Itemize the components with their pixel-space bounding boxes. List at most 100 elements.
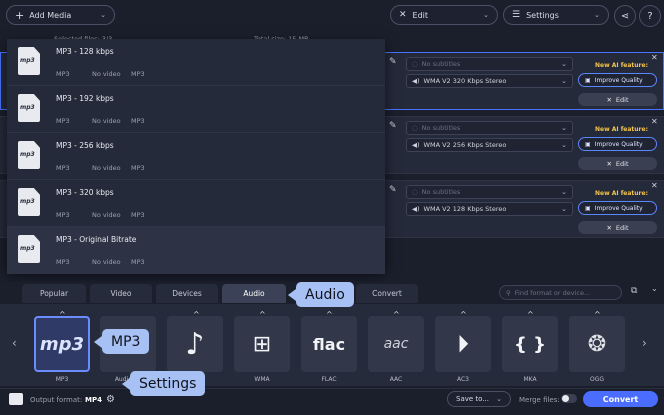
ai-feature-label: New AI feature: <box>595 62 648 69</box>
help-button[interactable]: ? <box>639 5 661 27</box>
chevron-down-icon: ⌄ <box>496 395 502 403</box>
rename-pencil-icon[interactable]: ✎ <box>389 185 397 195</box>
merge-files-label: Merge files: <box>519 396 560 404</box>
chevron-down-icon: ⌄ <box>483 11 489 19</box>
music-note-icon: ♪ <box>185 326 205 362</box>
preset-video: No video <box>92 258 121 266</box>
format-tile-ogg[interactable]: ❂ <box>569 316 625 372</box>
format-tile-music[interactable]: ♪ <box>167 316 223 372</box>
format-tile-mp3[interactable]: mp3 <box>34 316 90 372</box>
output-format-label: Output format: <box>30 396 83 404</box>
speech-bubble-icon: ◌ <box>412 188 418 196</box>
preset-item[interactable]: mp3 MP3 - 128 kbps MP3 No video MP3 <box>7 39 385 86</box>
chevron-down-icon: ⌄ <box>561 205 567 213</box>
improve-quality-button[interactable]: ▣ Improve Quality <box>578 137 657 151</box>
format-tile-wma[interactable]: ⊞ <box>234 316 290 372</box>
subtitles-select[interactable]: ◌ No subtitles ⌄ <box>406 57 573 71</box>
improve-quality-button[interactable]: ▣ Improve Quality <box>578 201 657 215</box>
preset-format: MP3 <box>56 258 70 266</box>
preset-item[interactable]: mp3 MP3 - 320 kbps MP3 No video MP3 <box>7 180 385 227</box>
edit-file-button[interactable]: ✕ Edit <box>578 221 657 234</box>
save-to-label: Save to... <box>456 395 489 403</box>
speech-bubble-icon: ◌ <box>412 124 418 132</box>
tab-convert[interactable]: Convert <box>356 284 418 303</box>
help-icon: ? <box>647 10 653 22</box>
scroll-right-icon[interactable]: › <box>642 336 647 350</box>
chevron-down-icon: ⌄ <box>561 124 567 132</box>
tools-icon: ✕ <box>399 10 407 20</box>
format-label: MP3 <box>55 376 69 383</box>
rename-pencil-icon[interactable]: ✎ <box>389 57 397 67</box>
improve-quality-button[interactable]: ▣ Improve Quality <box>578 73 657 87</box>
audio-track-label: WMA V2 320 Kbps Stereo <box>423 77 507 85</box>
preset-item[interactable]: mp3 MP3 - 192 kbps MP3 No video MP3 <box>7 86 385 133</box>
format-tile-mka[interactable]: { } <box>502 316 558 372</box>
edit-file-button[interactable]: ✕ Edit <box>578 93 657 106</box>
audio-track-select[interactable]: ◀) WMA V2 128 Kbps Stereo ⌄ <box>406 202 573 216</box>
fish-icon: ❂ <box>587 331 607 357</box>
improve-quality-label: Improve Quality <box>594 204 643 212</box>
scroll-left-icon[interactable]: ‹ <box>12 336 17 350</box>
format-tile-flac[interactable]: flac <box>301 316 357 372</box>
close-icon[interactable]: ✕ <box>651 53 658 62</box>
preset-format: MP3 <box>56 164 70 172</box>
edit-file-label: Edit <box>615 223 629 232</box>
tab-video[interactable]: Video <box>90 284 152 303</box>
format-tile-ac3[interactable]: ⏵ <box>435 316 491 372</box>
mp3-tooltip: MP3 <box>93 329 150 354</box>
format-search-input[interactable]: ⚲ Find format or device... <box>499 285 622 300</box>
flac-icon: flac <box>312 334 346 354</box>
edit-button[interactable]: ✕ Edit ⌄ <box>390 5 498 25</box>
format-tile-aac[interactable]: aac <box>368 316 424 372</box>
tools-icon: ✕ <box>606 159 612 168</box>
sparkle-icon: ▣ <box>585 204 591 212</box>
chevron-down-icon: ⌄ <box>594 11 600 19</box>
subtitles-label: No subtitles <box>421 60 461 68</box>
plus-icon: + <box>15 8 25 22</box>
speaker-icon: ◀) <box>412 141 420 149</box>
chevron-down-icon: ⌄ <box>561 141 567 149</box>
braces-icon: { } <box>514 333 546 355</box>
save-to-button[interactable]: Save to... ⌄ <box>447 391 511 407</box>
collapse-chevron-icon[interactable]: ⌄ <box>651 284 658 293</box>
audio-track-label: WMA V2 256 Kbps Stereo <box>423 141 507 149</box>
tools-icon: ✕ <box>606 223 612 232</box>
audio-track-select[interactable]: ◀) WMA V2 256 Kbps Stereo ⌄ <box>406 138 573 152</box>
share-button[interactable]: ⋖ <box>614 5 636 27</box>
subtitles-select[interactable]: ◌ No subtitles ⌄ <box>406 121 573 135</box>
close-icon[interactable]: ✕ <box>651 117 658 126</box>
format-label: OGG <box>589 376 605 383</box>
preset-item[interactable]: mp3 MP3 - 256 kbps MP3 No video MP3 <box>7 133 385 180</box>
audio-tooltip: Audio <box>288 282 354 307</box>
chevron-down-icon: ⌄ <box>561 60 567 68</box>
add-media-button[interactable]: + Add Media ⌄ <box>6 5 115 25</box>
preset-video: No video <box>92 164 121 172</box>
output-format-value: MP4 <box>85 396 102 404</box>
gear-icon[interactable]: ⚙ <box>106 394 115 405</box>
mp3-file-icon: mp3 <box>18 188 40 216</box>
tab-audio[interactable]: Audio <box>222 284 286 303</box>
settings-tooltip: Settings <box>121 371 206 396</box>
speaker-icon: ◀) <box>412 77 420 85</box>
tab-devices[interactable]: Devices <box>156 284 218 303</box>
search-placeholder: Find format or device... <box>514 288 591 297</box>
settings-button[interactable]: ☰ Settings ⌄ <box>503 5 609 25</box>
preset-title: MP3 - Original Bitrate <box>56 235 137 244</box>
close-icon[interactable]: ✕ <box>651 181 658 190</box>
edit-file-button[interactable]: ✕ Edit <box>578 157 657 170</box>
tab-popular[interactable]: Popular <box>22 284 86 303</box>
play-circle-icon: ⏵ <box>457 330 469 358</box>
audio-track-select[interactable]: ◀) WMA V2 320 Kbps Stereo ⌄ <box>406 74 573 88</box>
merge-toggle[interactable] <box>561 394 577 403</box>
preset-title: MP3 - 192 kbps <box>56 94 114 103</box>
convert-button[interactable]: Convert <box>583 391 658 407</box>
preset-title: MP3 - 128 kbps <box>56 47 114 56</box>
mp3-file-icon: mp3 <box>18 47 40 75</box>
add-format-icon[interactable]: ⧉ <box>631 286 637 296</box>
improve-quality-label: Improve Quality <box>594 76 643 84</box>
preset-audio: MP3 <box>131 164 145 172</box>
subtitles-select[interactable]: ◌ No subtitles ⌄ <box>406 185 573 199</box>
rename-pencil-icon[interactable]: ✎ <box>389 121 397 131</box>
chevron-down-icon: ⌄ <box>100 11 106 19</box>
preset-item[interactable]: mp3 MP3 - Original Bitrate MP3 No video … <box>7 227 385 274</box>
